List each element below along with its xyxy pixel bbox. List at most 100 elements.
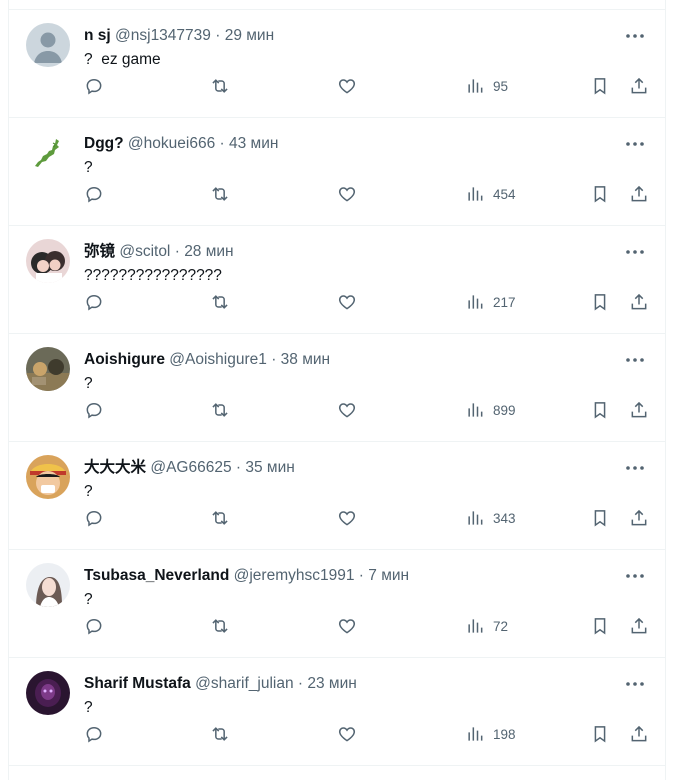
like-button[interactable] [337, 722, 357, 746]
retweet-button[interactable] [210, 74, 230, 98]
more-icon[interactable] [623, 134, 647, 154]
share-button[interactable] [629, 398, 649, 422]
views-count: 95 [493, 78, 509, 94]
retweet-button[interactable] [210, 614, 230, 638]
more-icon[interactable] [623, 566, 647, 586]
reply-button[interactable] [84, 74, 104, 98]
like-button[interactable] [337, 614, 357, 638]
author-name[interactable]: n sj [84, 27, 111, 44]
retweet-button[interactable] [210, 398, 230, 422]
reply-button[interactable] [84, 398, 104, 422]
author-name[interactable]: Tsubasa_Neverland [84, 567, 229, 584]
author-name[interactable]: Aoishigure [84, 351, 165, 368]
retweet-button[interactable] [210, 722, 230, 746]
tweet[interactable]: 弥镜 @scitol · 28 мин ???????????????? 217 [9, 226, 665, 334]
bookmark-button[interactable] [590, 722, 610, 746]
like-button[interactable] [337, 182, 357, 206]
views-button[interactable]: 72 [465, 614, 508, 638]
share-button[interactable] [629, 182, 649, 206]
views-button[interactable]: 454 [465, 182, 516, 206]
tweet-time[interactable]: 28 мин [184, 243, 233, 260]
bookmark-button[interactable] [590, 290, 610, 314]
bookmark-icon [594, 618, 606, 635]
share-icon [631, 185, 647, 202]
share-button[interactable] [629, 290, 649, 314]
views-button[interactable]: 217 [465, 290, 516, 314]
more-icon[interactable] [623, 674, 647, 694]
avatar[interactable] [26, 563, 70, 607]
tweet-header: 弥镜 @scitol · 28 мин [84, 242, 605, 262]
author-handle[interactable]: @Aoishigure1 [169, 351, 267, 368]
tweet-actions: 343 [9, 506, 665, 530]
tweet[interactable]: Aoishigure @Aoishigure1 · 38 мин ? 899 [9, 334, 665, 442]
avatar[interactable] [26, 347, 70, 391]
author-handle[interactable]: @sharif_julian [195, 675, 293, 692]
tweet-header: Dgg? @hokuei666 · 43 мин [84, 134, 605, 154]
tweet-time[interactable]: 35 мин [245, 459, 294, 476]
tweet[interactable]: 大大大米 @AG66625 · 35 мин ? 343 [9, 442, 665, 550]
retweet-button[interactable] [210, 182, 230, 206]
avatar[interactable] [26, 455, 70, 499]
retweet-button[interactable] [210, 290, 230, 314]
share-button[interactable] [629, 614, 649, 638]
retweet-icon [212, 403, 228, 417]
tweet-time[interactable]: 23 мин [307, 675, 356, 692]
reply-button[interactable] [84, 722, 104, 746]
bookmark-button[interactable] [590, 398, 610, 422]
more-icon[interactable] [623, 26, 647, 46]
avatar[interactable] [26, 23, 70, 67]
share-icon [631, 77, 647, 94]
avatar[interactable] [26, 671, 70, 715]
bookmark-button[interactable] [590, 506, 610, 530]
bookmark-button[interactable] [590, 614, 610, 638]
views-button[interactable]: 95 [465, 74, 508, 98]
like-button[interactable] [337, 506, 357, 530]
retweet-button[interactable] [210, 506, 230, 530]
tweet-time[interactable]: 38 мин [281, 351, 330, 368]
share-button[interactable] [629, 722, 649, 746]
tweet[interactable]: Dgg? @hokuei666 · 43 мин ? 454 [9, 118, 665, 226]
tweet-text: ???????????????? [84, 267, 222, 284]
views-button[interactable]: 198 [465, 722, 516, 746]
bookmark-icon [594, 294, 606, 311]
more-icon[interactable] [623, 242, 647, 262]
avatar[interactable] [26, 239, 70, 283]
author-handle[interactable]: @jeremyhsc1991 [234, 567, 355, 584]
tweet-text: ? [84, 591, 93, 608]
author-name[interactable]: Sharif Mustafa [84, 675, 191, 692]
tweet[interactable]: Tsubasa_Neverland @jeremyhsc1991 · 7 мин… [9, 550, 665, 658]
share-button[interactable] [629, 506, 649, 530]
bookmark-button[interactable] [590, 74, 610, 98]
tweet-time[interactable]: 43 мин [229, 135, 278, 152]
like-button[interactable] [337, 398, 357, 422]
tweet-time[interactable]: 29 мин [225, 27, 274, 44]
author-handle[interactable]: @nsj1347739 [115, 27, 211, 44]
tweet[interactable]: n sj @nsj1347739 · 29 мин ? ez game 95 [9, 10, 665, 118]
share-icon [631, 293, 647, 310]
views-button[interactable]: 343 [465, 506, 516, 530]
like-button[interactable] [337, 290, 357, 314]
avatar[interactable] [26, 131, 70, 175]
views-button[interactable]: 899 [465, 398, 516, 422]
bookmark-button[interactable] [590, 182, 610, 206]
author-name[interactable]: 大大大米 [84, 459, 146, 476]
tweet[interactable]: Sharif Mustafa @sharif_julian · 23 мин ?… [9, 658, 665, 766]
tweet-time[interactable]: 7 мин [368, 567, 409, 584]
author-name[interactable]: 弥镜 [84, 243, 115, 260]
author-handle[interactable]: @hokuei666 [128, 135, 215, 152]
reply-button[interactable] [84, 614, 104, 638]
reply-button[interactable] [84, 290, 104, 314]
author-handle[interactable]: @AG66625 [150, 459, 231, 476]
like-button[interactable] [337, 74, 357, 98]
author-handle[interactable]: @scitol [119, 243, 170, 260]
more-icon[interactable] [623, 458, 647, 478]
share-button[interactable] [629, 74, 649, 98]
reply-button[interactable] [84, 506, 104, 530]
separator-dot: · [271, 351, 277, 368]
share-icon [631, 617, 647, 634]
more-icon[interactable] [623, 350, 647, 370]
like-icon [338, 79, 356, 94]
author-name[interactable]: Dgg? [84, 135, 124, 152]
reply-button[interactable] [84, 182, 104, 206]
retweet-icon [212, 187, 228, 201]
